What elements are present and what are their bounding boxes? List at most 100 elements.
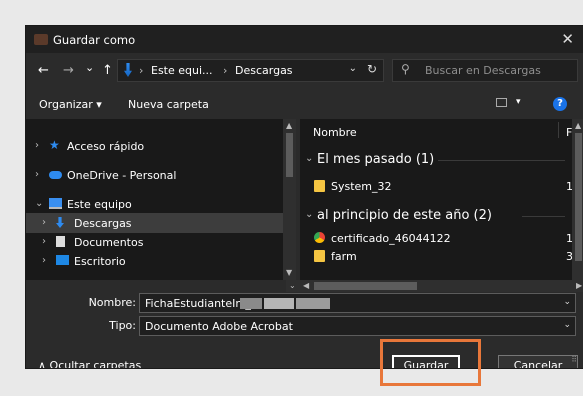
- group-header[interactable]: ⌄ El mes pasado (1): [300, 149, 575, 171]
- save-button-highlight: [380, 339, 481, 386]
- file-list-scrollbar[interactable]: ▲: [572, 119, 583, 280]
- hide-folders-button[interactable]: ∧ Ocultar carpetas: [38, 359, 141, 368]
- horizontal-scrollbar[interactable]: ◀ ▶: [300, 280, 583, 292]
- navigation-bar: ← → ⌄ ↑ › Este equi... › Descargas ⌄ ↻ ⚲…: [26, 53, 583, 89]
- view-dropdown-icon[interactable]: ▾: [516, 97, 521, 107]
- address-dropdown-icon[interactable]: ⌄: [349, 63, 357, 74]
- desktop-icon: [56, 255, 69, 265]
- chevron-right-icon[interactable]: ›: [42, 255, 46, 266]
- sidebar-item-desktop[interactable]: › Escritorio: [26, 251, 288, 271]
- list-item[interactable]: System_32 19/: [300, 177, 583, 196]
- scroll-left-icon[interactable]: ◀: [303, 281, 309, 290]
- sidebar-item-label: Acceso rápido: [67, 140, 145, 153]
- scrollbar-thumb[interactable]: [286, 133, 293, 177]
- redacted-text: [240, 298, 262, 309]
- column-header: Nombre Fec: [300, 119, 583, 142]
- help-icon[interactable]: ?: [553, 97, 567, 111]
- breadcrumb-this-pc[interactable]: Este equi...: [151, 64, 213, 77]
- app-icon: [34, 34, 48, 45]
- forward-arrow-icon[interactable]: →: [63, 64, 74, 77]
- file-name: certificado_46044122: [331, 232, 451, 245]
- type-label: Tipo:: [109, 319, 136, 332]
- chrome-icon: [314, 232, 325, 243]
- search-placeholder: Buscar en Descargas: [425, 64, 541, 77]
- sidebar-item-label: Este equipo: [67, 198, 132, 211]
- computer-icon: [49, 198, 62, 209]
- navigation-pane: › ★ Acceso rápido › OneDrive - Personal …: [26, 119, 296, 280]
- chevron-down-icon[interactable]: ⌄: [305, 209, 313, 220]
- address-bar[interactable]: › Este equi... › Descargas ⌄ ↻: [117, 59, 384, 82]
- chevron-down-icon[interactable]: ⌄: [563, 297, 571, 307]
- chevron-down-icon[interactable]: ⌄: [35, 198, 43, 209]
- up-arrow-icon[interactable]: ↑: [102, 64, 113, 77]
- save-as-dialog: Guardar como ✕ ← → ⌄ ↑ › Este equi... › …: [25, 25, 583, 369]
- file-type-value: Documento Adobe Acrobat: [145, 320, 293, 333]
- scroll-down-icon[interactable]: ▼: [286, 268, 292, 277]
- search-icon: ⚲: [401, 62, 410, 76]
- scroll-up-icon[interactable]: ▲: [286, 121, 292, 130]
- scrollbar-thumb[interactable]: [314, 282, 417, 290]
- sidebar-item-downloads[interactable]: › Descargas: [26, 213, 288, 233]
- breadcrumb-downloads[interactable]: Descargas: [235, 64, 293, 77]
- document-icon: [56, 236, 65, 247]
- breadcrumb-separator: ›: [223, 64, 228, 77]
- sidebar-item-documents[interactable]: › Documentos: [26, 232, 288, 252]
- search-input[interactable]: ⚲ Buscar en Descargas: [392, 59, 578, 82]
- refresh-icon[interactable]: ↻: [367, 62, 377, 76]
- chevron-down-icon[interactable]: ⌄: [563, 320, 571, 330]
- resize-grip-icon[interactable]: ⠿: [571, 355, 577, 364]
- chevron-down-icon[interactable]: ⌄: [305, 153, 313, 164]
- redacted-text: [264, 298, 294, 309]
- scrollbar-thumb[interactable]: [575, 133, 582, 261]
- chevron-right-icon[interactable]: ›: [42, 217, 46, 228]
- title-bar: Guardar como ✕: [26, 26, 583, 53]
- file-name: System_32: [331, 180, 392, 193]
- group-divider: [522, 216, 565, 217]
- view-options-icon[interactable]: [496, 98, 507, 107]
- chevron-right-icon[interactable]: ›: [35, 169, 39, 180]
- chevron-right-icon[interactable]: ›: [42, 236, 46, 247]
- scroll-right-icon[interactable]: ▶: [576, 281, 582, 290]
- sidebar-scrollbar[interactable]: ▲ ▼: [283, 119, 296, 280]
- group-label: al principio de este año (2): [317, 208, 492, 223]
- sidebar-item-this-pc[interactable]: ⌄ Este equipo: [26, 194, 288, 214]
- sidebar-item-label: OneDrive - Personal: [67, 169, 177, 182]
- folder-icon: [314, 180, 325, 192]
- group-header[interactable]: ⌄ al principio de este año (2): [300, 205, 575, 227]
- sidebar-item-label: Escritorio: [74, 255, 126, 268]
- back-arrow-icon[interactable]: ←: [38, 64, 49, 77]
- cancel-button[interactable]: Cancelar: [498, 355, 578, 368]
- group-label: El mes pasado (1): [317, 152, 435, 167]
- filename-field[interactable]: FichaEstudianteIni_ ⌄: [139, 293, 576, 313]
- filename-value: FichaEstudianteIni_: [145, 297, 251, 310]
- scroll-down-icon[interactable]: ⌄: [289, 281, 296, 290]
- sidebar-item-quick-access[interactable]: › ★ Acceso rápido: [26, 136, 288, 156]
- filename-label: Nombre:: [88, 296, 136, 309]
- column-divider[interactable]: [558, 122, 559, 138]
- download-icon: [56, 217, 64, 228]
- file-type-select[interactable]: Documento Adobe Acrobat ⌄: [139, 316, 576, 336]
- scroll-up-icon[interactable]: ▲: [575, 121, 581, 130]
- sidebar-item-label: Documentos: [74, 236, 144, 249]
- new-folder-button[interactable]: Nueva carpeta: [128, 98, 209, 111]
- column-name[interactable]: Nombre: [313, 126, 357, 139]
- group-divider: [438, 160, 565, 161]
- breadcrumb-separator: ›: [139, 64, 144, 77]
- close-icon[interactable]: ✕: [561, 30, 574, 48]
- command-bar: Organizar ▾ Nueva carpeta ▾ ?: [26, 91, 583, 117]
- folder-icon: [314, 250, 325, 262]
- organize-button[interactable]: Organizar ▾: [39, 98, 102, 111]
- file-list: Nombre Fec ⌄ El mes pasado (1) System_32…: [300, 119, 583, 280]
- sidebar-item-onedrive[interactable]: › OneDrive - Personal: [26, 165, 288, 185]
- star-icon: ★: [49, 138, 60, 152]
- dialog-title: Guardar como: [53, 33, 136, 47]
- download-icon: [124, 63, 132, 77]
- recent-locations-icon[interactable]: ⌄: [85, 62, 94, 74]
- list-item[interactable]: farm 30/: [300, 247, 583, 266]
- chevron-right-icon[interactable]: ›: [35, 140, 39, 151]
- sidebar-item-label: Descargas: [74, 217, 132, 230]
- cloud-icon: [49, 171, 62, 179]
- sidebar-scroll-down[interactable]: ⌄: [286, 280, 300, 292]
- redacted-text: [296, 298, 330, 309]
- list-item[interactable]: certificado_46044122 18/: [300, 229, 583, 248]
